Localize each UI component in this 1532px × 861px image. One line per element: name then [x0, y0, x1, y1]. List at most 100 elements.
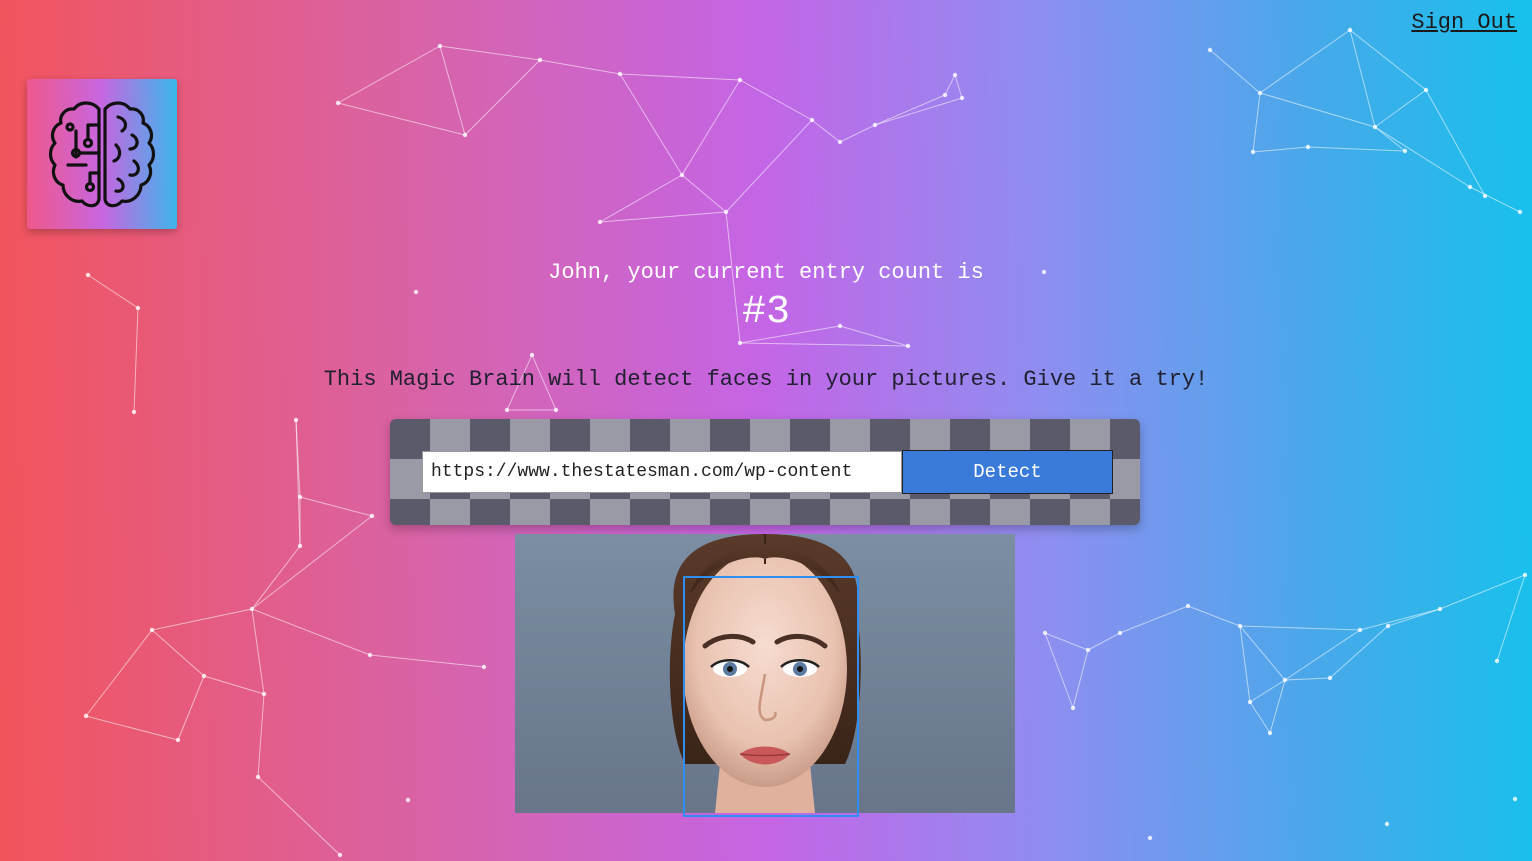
network-line	[1374, 126, 1406, 152]
network-node	[1494, 658, 1500, 664]
network-node	[1385, 623, 1391, 629]
network-node	[1267, 730, 1273, 736]
network-node	[952, 72, 958, 78]
network-line	[811, 119, 841, 143]
network-line	[1374, 89, 1427, 128]
network-line	[257, 693, 265, 778]
network-node	[1042, 630, 1048, 636]
network-node	[1257, 90, 1263, 96]
network-line	[739, 342, 909, 347]
brain-icon	[48, 101, 156, 208]
network-line	[739, 79, 813, 121]
network-node	[369, 513, 375, 519]
network-line	[1439, 574, 1526, 610]
network-line	[251, 608, 265, 695]
network-node	[737, 77, 743, 83]
network-node	[553, 407, 559, 413]
network-line	[203, 675, 265, 695]
network-node	[462, 132, 468, 138]
network-line	[1496, 574, 1526, 662]
network-line	[1349, 29, 1376, 128]
network-line	[251, 608, 371, 656]
network-node	[1482, 193, 1488, 199]
network-node	[1250, 149, 1256, 155]
network-node	[942, 92, 948, 98]
network-line	[85, 629, 153, 717]
logo[interactable]	[27, 79, 177, 229]
network-node	[335, 100, 341, 106]
network-line	[1387, 608, 1441, 627]
network-line	[1284, 629, 1361, 681]
network-node	[1070, 705, 1076, 711]
network-line	[1044, 632, 1074, 709]
network-line	[1259, 92, 1376, 128]
network-node	[1185, 603, 1191, 609]
network-node	[249, 606, 255, 612]
network-line	[725, 119, 813, 213]
network-line	[257, 776, 341, 856]
network-node	[837, 139, 843, 145]
network-line	[337, 102, 466, 136]
network-line	[251, 515, 373, 610]
network-line	[1252, 146, 1309, 153]
network-node	[337, 852, 343, 858]
network-line	[874, 94, 946, 126]
network-line	[1349, 29, 1427, 91]
network-node	[367, 652, 373, 658]
network-node	[1282, 677, 1288, 683]
network-line	[439, 45, 541, 61]
network-node	[809, 117, 815, 123]
network-line	[1072, 649, 1089, 709]
network-node	[1512, 796, 1518, 802]
network-node	[1437, 606, 1443, 612]
network-line	[539, 59, 621, 75]
network-line	[151, 629, 205, 677]
network-line	[1249, 701, 1271, 734]
network-line	[1374, 126, 1471, 188]
network-node	[1237, 623, 1243, 629]
network-line	[1044, 632, 1089, 651]
network-node	[297, 543, 303, 549]
network-line	[177, 675, 205, 741]
network-node	[201, 673, 207, 679]
network-node	[1384, 821, 1390, 827]
network-node	[597, 219, 603, 225]
network-line	[954, 74, 963, 99]
network-line	[439, 45, 466, 136]
network-node	[905, 343, 911, 349]
network-node	[504, 407, 510, 413]
network-node	[261, 691, 267, 697]
network-line	[1239, 625, 1251, 703]
network-node	[1117, 630, 1123, 636]
network-line	[1284, 677, 1331, 681]
network-node	[149, 627, 155, 633]
network-node	[255, 774, 261, 780]
network-node	[437, 43, 443, 49]
network-node	[1372, 124, 1378, 130]
network-line	[874, 97, 963, 126]
network-node	[293, 417, 299, 423]
network-node	[1147, 835, 1153, 841]
network-node	[537, 57, 543, 63]
network-node	[529, 352, 535, 358]
detect-button[interactable]: Detect	[902, 450, 1113, 494]
network-line	[1187, 605, 1241, 627]
network-line	[619, 73, 741, 81]
network-line	[1359, 608, 1441, 631]
network-node	[175, 737, 181, 743]
entry-count-greeting: John, your current entry count is	[548, 260, 984, 285]
network-node	[1247, 699, 1253, 705]
network-line	[85, 715, 179, 741]
network-line	[1469, 186, 1521, 213]
network-line	[1329, 625, 1389, 679]
network-node	[297, 494, 303, 500]
network-line	[839, 124, 876, 143]
image-url-input[interactable]	[422, 451, 902, 493]
network-line	[369, 654, 485, 668]
network-node	[737, 340, 743, 346]
network-line	[151, 608, 253, 631]
network-line	[464, 59, 541, 136]
network-node	[679, 172, 685, 178]
sign-out-link[interactable]: Sign Out	[1411, 10, 1517, 35]
network-node	[1522, 572, 1528, 578]
